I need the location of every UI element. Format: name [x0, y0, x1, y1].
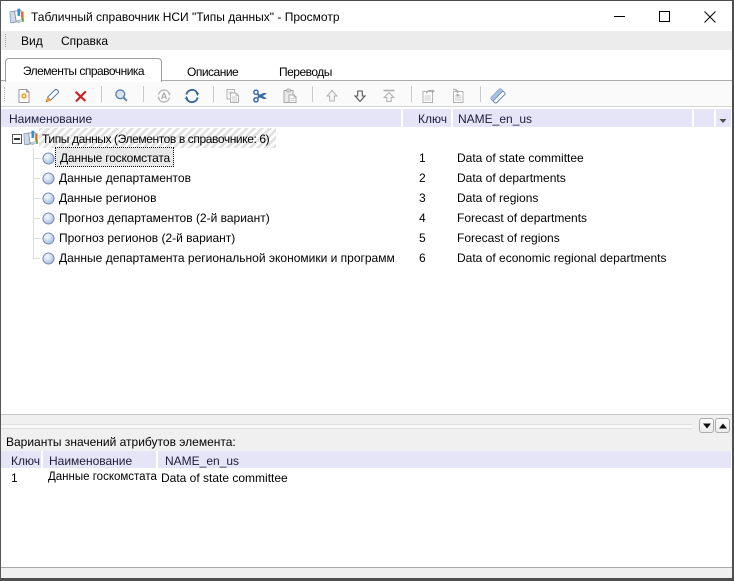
- svg-text:A: A: [161, 91, 168, 101]
